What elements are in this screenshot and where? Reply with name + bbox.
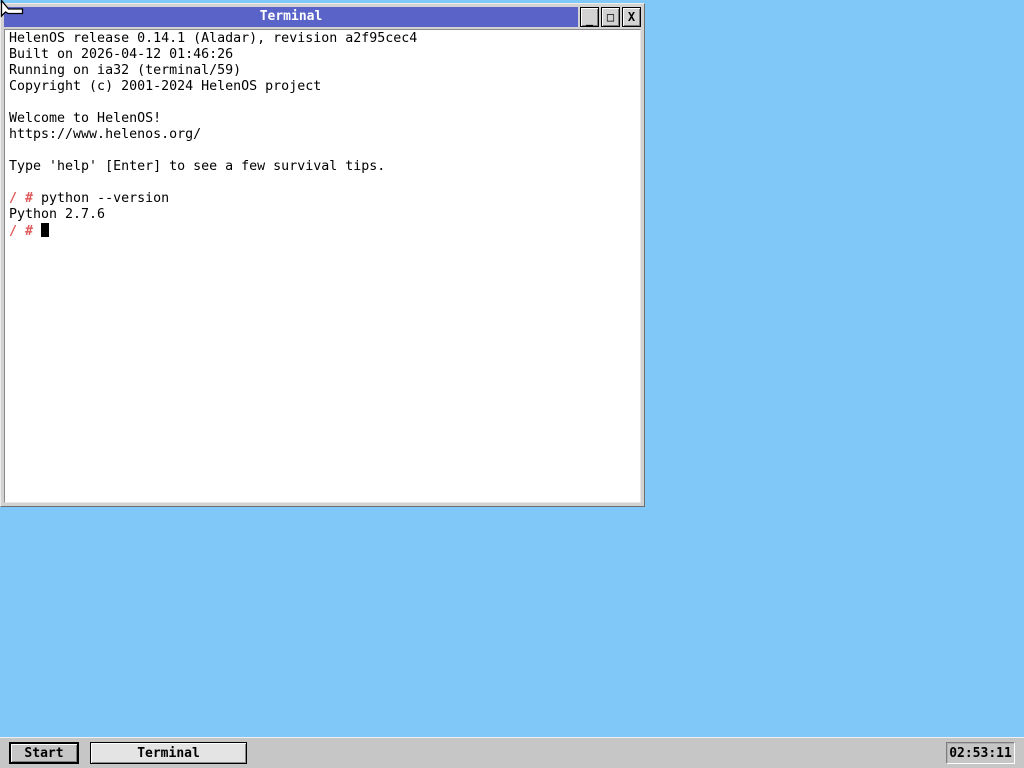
window-titlebar[interactable]: Terminal xyxy=(4,7,578,27)
terminal-line: / # xyxy=(9,223,640,239)
minimize-icon: _ xyxy=(585,12,594,26)
terminal-line: / # python --version xyxy=(9,191,170,206)
window-controls: _ □ X xyxy=(580,7,641,27)
titlebar-row: Terminal _ □ X xyxy=(4,7,641,27)
terminal-line: Running on ia32 (terminal/59) xyxy=(9,63,242,78)
terminal-line: Python 2.7.6 xyxy=(9,207,106,222)
terminal-line: Copyright (c) 2001-2024 HelenOS project xyxy=(9,79,322,94)
terminal-caret xyxy=(41,223,50,237)
close-icon: X xyxy=(627,10,636,24)
taskbar-clock: 02:53:11 xyxy=(946,742,1015,764)
terminal-line: Built on 2026-04-12 01:46:26 xyxy=(9,47,234,62)
start-button[interactable]: Start xyxy=(9,742,79,764)
maximize-icon: □ xyxy=(606,10,615,24)
close-button[interactable]: X xyxy=(622,7,641,27)
taskbar: Start Terminal 02:53:11 xyxy=(0,737,1024,768)
terminal-line: HelenOS release 0.14.1 (Aladar), revisio… xyxy=(9,31,418,46)
maximize-button[interactable]: □ xyxy=(601,7,620,27)
terminal-line: Welcome to HelenOS! xyxy=(9,111,162,126)
terminal-output[interactable]: HelenOS release 0.14.1 (Aladar), revisio… xyxy=(4,29,641,503)
terminal-line: https://www.helenos.org/ xyxy=(9,127,202,142)
minimize-button[interactable]: _ xyxy=(580,7,599,27)
taskbar-task-terminal[interactable]: Terminal xyxy=(90,742,247,764)
window-title: Terminal xyxy=(259,9,323,24)
terminal-text: HelenOS release 0.14.1 (Aladar), revisio… xyxy=(5,30,640,239)
terminal-line: Type 'help' [Enter] to see a few surviva… xyxy=(9,159,386,174)
terminal-window: Terminal _ □ X HelenOS release 0.14.1 (A… xyxy=(0,3,645,507)
